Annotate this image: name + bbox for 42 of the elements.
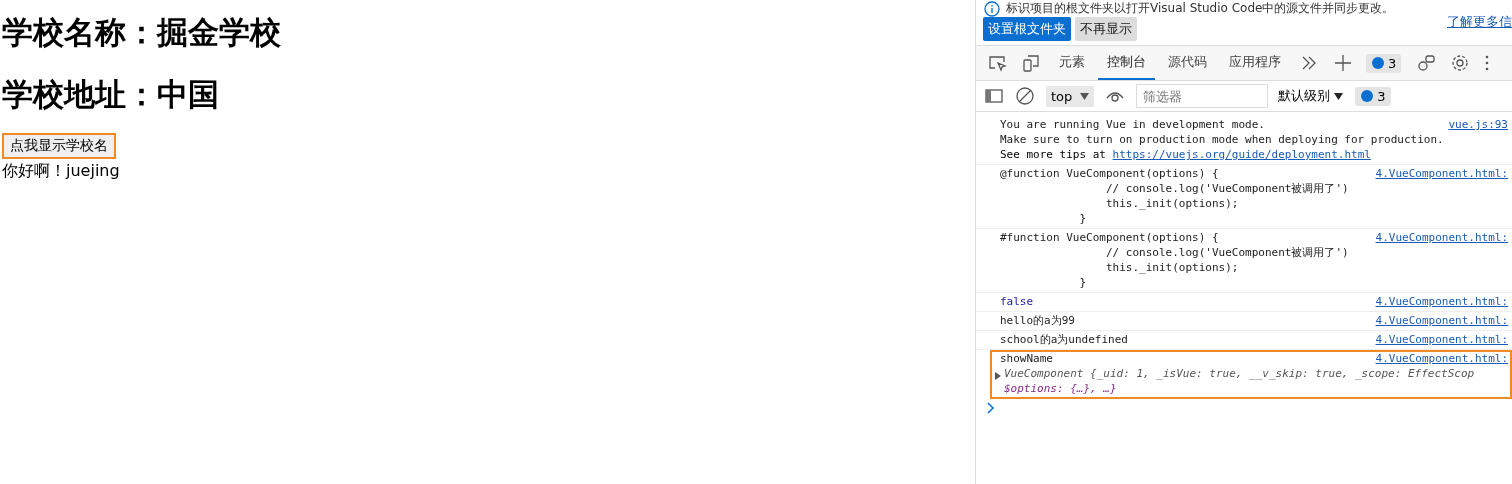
devtools-tab[interactable]: 应用程序	[1220, 46, 1290, 80]
context-select[interactable]: top	[1046, 85, 1095, 107]
issues-badge[interactable]: 3	[1355, 86, 1391, 106]
page-heading: 学校地址：中国	[2, 75, 219, 114]
console-text: // console.log('VueComponent被调用了')	[1104, 245, 1350, 260]
infobar-button[interactable]: 不再显示	[1075, 17, 1137, 41]
source-link[interactable]: 4.VueComponent.html:	[1375, 166, 1508, 181]
object-preview[interactable]: $options: {…}, …}	[1004, 381, 1475, 396]
source-link[interactable]: 4.VueComponent.html:	[1375, 313, 1508, 328]
show-name-button[interactable]: 点我显示学校名	[3, 134, 115, 158]
console-text: You are running Vue in development mode.	[1000, 117, 1265, 132]
console-text: See more tips at https://vuejs.org/guide/deployment.html	[1000, 147, 1372, 162]
source-link[interactable]: 4.VueComponent.html:	[1375, 332, 1508, 347]
object-preview[interactable]: VueComponent {_uid: 1, _isVue: true, __v_skip: true, _scope: EffectScop	[1004, 366, 1475, 381]
console-text: this._init(options);	[1104, 196, 1240, 211]
console-text: Make sure to turn on production mode when deploying for production.	[1000, 132, 1445, 147]
console-text: this._init(options);	[1104, 260, 1240, 275]
console-text: hello的a为99	[1000, 313, 1075, 328]
devtools-tab[interactable]: 控制台	[1098, 46, 1155, 80]
console-text: }	[1078, 275, 1088, 290]
source-link[interactable]: 4.VueComponent.html:	[1375, 294, 1508, 309]
console-text: false	[1000, 294, 1034, 309]
devtools-tab[interactable]: 元素	[1050, 46, 1094, 80]
source-link[interactable]: 4.VueComponent.html:	[1375, 230, 1508, 245]
greeting-text: 你好啊！juejing	[2, 161, 120, 182]
source-link[interactable]: 4.VueComponent.html:	[1375, 351, 1508, 366]
console-text: showName	[1000, 351, 1053, 366]
source-link[interactable]: vue.js:93	[1448, 117, 1508, 132]
console-text: }	[1078, 211, 1088, 226]
infobar-button[interactable]: 设置根文件夹	[983, 17, 1071, 41]
info-text: 标识项目的根文件夹以打开Visual Studio Code中的源文件并同步更改。	[1006, 0, 1395, 17]
level-dropdown[interactable]: 默认级别	[1278, 87, 1344, 105]
console-text: @function VueComponent(options) {	[1000, 166, 1219, 181]
link[interactable]: https://vuejs.org/guide/deployment.html	[1112, 148, 1371, 161]
learn-more-link[interactable]: 了解更多信	[1447, 13, 1512, 31]
filter-field[interactable]: 筛选器	[1136, 84, 1269, 108]
console-text: school的a为undefined	[1000, 332, 1128, 347]
console-text: #function VueComponent(options) {	[1000, 230, 1219, 245]
devtools-tab[interactable]: 源代码	[1159, 46, 1216, 80]
issues-badge[interactable]: 3	[1366, 53, 1402, 73]
page-heading: 学校名称：掘金学校	[2, 13, 281, 52]
console-text: // console.log('VueComponent被调用了')	[1104, 181, 1350, 196]
